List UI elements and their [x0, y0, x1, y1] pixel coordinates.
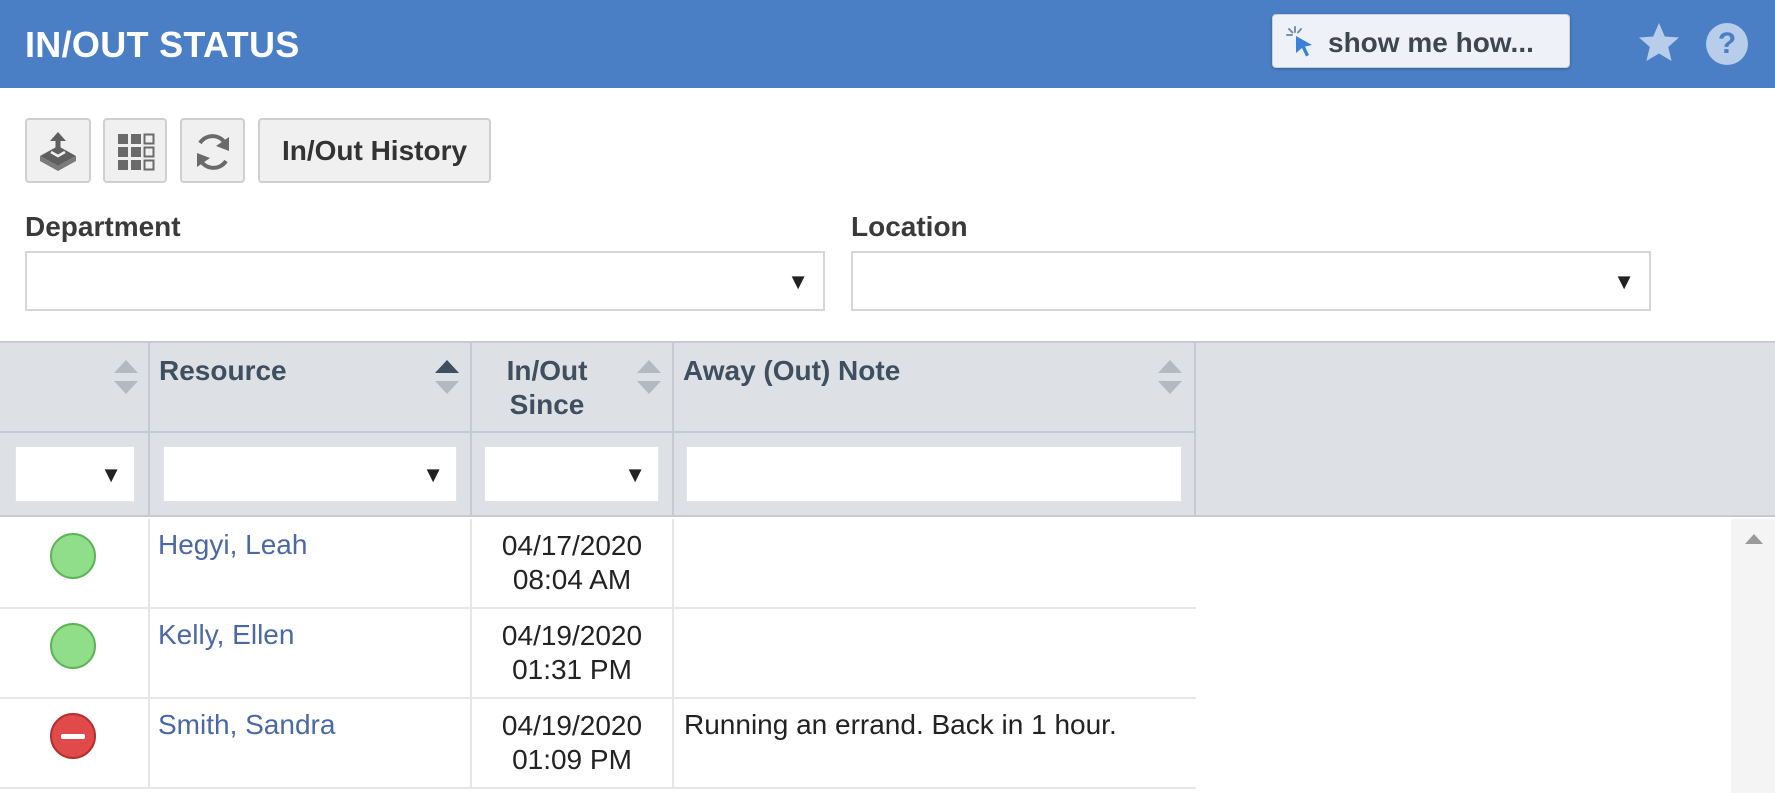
since-date: 04/19/2020 — [501, 620, 643, 651]
help-icon[interactable]: ? — [1706, 23, 1748, 65]
show-me-how-label: show me how... — [1328, 27, 1534, 58]
grid-header: Resource In/Out Since Away (Out) Note ▼ … — [0, 343, 1775, 517]
resource-link[interactable]: Kelly, Ellen — [158, 619, 294, 651]
resource-filter-select[interactable]: ▼ — [163, 446, 457, 502]
column-title-away-note: Away (Out) Note — [683, 355, 901, 386]
status-cell — [0, 609, 150, 699]
chevron-down-icon: ▼ — [787, 269, 809, 294]
status-in-icon — [50, 623, 96, 669]
table-row[interactable]: Hegyi, Leah 04/17/2020 08:04 AM — [0, 519, 1196, 609]
refresh-button[interactable] — [180, 118, 245, 183]
page-title: IN/OUT STATUS — [25, 24, 300, 65]
sort-arrows-icon[interactable] — [112, 358, 140, 396]
star-icon[interactable] — [1636, 20, 1682, 66]
away-note: Running an errand. Back in 1 hour. — [684, 709, 1117, 740]
status-cell — [0, 519, 150, 609]
vertical-scrollbar[interactable] — [1731, 519, 1775, 793]
since-time: 01:09 PM — [512, 744, 632, 775]
since-time: 08:04 AM — [512, 564, 632, 595]
sort-arrows-icon[interactable] — [1156, 358, 1184, 396]
chevron-down-icon: ▼ — [422, 462, 444, 487]
column-title-in-out-since: In/Out Since — [506, 355, 588, 420]
chevron-down-icon: ▼ — [100, 462, 122, 487]
show-me-how-button[interactable]: show me how... — [1272, 14, 1570, 68]
status-in-icon — [50, 533, 96, 579]
chevron-down-icon: ▼ — [1613, 269, 1635, 294]
page-header: IN/OUT STATUS show me how... ? — [0, 0, 1775, 88]
column-title-resource: Resource — [159, 355, 287, 386]
location-label: Location — [851, 211, 968, 242]
department-select[interactable]: ▼ — [25, 251, 825, 311]
in-out-history-button[interactable]: In/Out History — [258, 118, 491, 183]
status-cell — [0, 699, 150, 789]
status-filter-select[interactable]: ▼ — [15, 446, 135, 502]
export-button[interactable] — [25, 118, 91, 183]
status-grid: Resource In/Out Since Away (Out) Note ▼ … — [0, 341, 1775, 793]
in-out-history-label: In/Out History — [281, 135, 468, 166]
resource-link[interactable]: Smith, Sandra — [158, 709, 335, 741]
refresh-icon — [197, 134, 229, 170]
chevron-down-icon: ▼ — [624, 462, 646, 487]
department-label: Department — [25, 211, 181, 242]
in-out-since-value: 04/19/2020 01:09 PM — [472, 709, 672, 777]
since-date: 04/17/2020 — [501, 530, 643, 561]
since-date: 04/19/2020 — [501, 710, 643, 741]
in-out-since-value: 04/19/2020 01:31 PM — [472, 619, 672, 687]
note-filter-input[interactable] — [686, 446, 1182, 502]
since-time: 01:31 PM — [512, 654, 632, 685]
resource-link[interactable]: Hegyi, Leah — [158, 529, 307, 561]
sort-arrows-icon[interactable] — [635, 358, 663, 396]
status-out-icon — [50, 713, 96, 759]
table-row[interactable]: Smith, Sandra 04/19/2020 01:09 PM Runnin… — [0, 699, 1196, 789]
columns-grid-button[interactable] — [103, 118, 167, 183]
in-out-since-filter-select[interactable]: ▼ — [484, 446, 659, 502]
header-divider — [0, 431, 1196, 433]
table-row[interactable]: Kelly, Ellen 04/19/2020 01:31 PM — [0, 609, 1196, 699]
sort-ascending-icon[interactable] — [433, 358, 461, 396]
grid-columns-icon — [118, 133, 155, 171]
cursor-click-icon — [1286, 26, 1312, 57]
export-tray-icon — [40, 132, 76, 171]
location-select[interactable]: ▼ — [851, 251, 1651, 311]
scroll-up-arrow-icon[interactable] — [1745, 534, 1763, 544]
in-out-since-value: 04/17/2020 08:04 AM — [472, 529, 672, 597]
